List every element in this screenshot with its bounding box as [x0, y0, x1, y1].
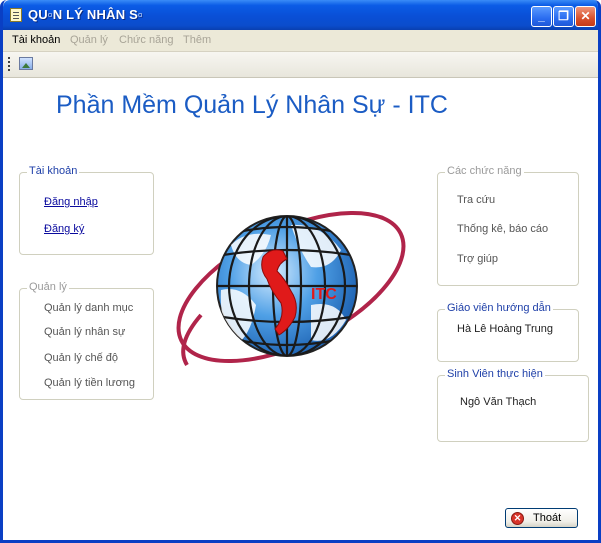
help-item[interactable]: Trợ giúp — [457, 253, 498, 265]
close-circle-icon: ✕ — [511, 512, 524, 525]
account-group: Tài khoản Đăng nhập Đăng ký — [19, 165, 154, 255]
statistics-report-item[interactable]: Thống kê, báo cáo — [457, 223, 548, 235]
toolbar-grip-handle[interactable] — [8, 57, 10, 71]
window-title: QU▫N LÝ NHÂN S▫ — [28, 7, 143, 22]
student-group: Sinh Viên thực hiện Ngô Văn Thạch — [437, 368, 589, 442]
functions-group: Các chức năng Tra cứu Thống kê, báo cáo … — [437, 165, 579, 286]
menu-quan-ly[interactable]: Quản lý — [70, 34, 108, 46]
manage-categories-item[interactable]: Quản lý danh mục — [44, 302, 133, 314]
manage-group-title: Quản lý — [27, 281, 69, 293]
manage-personnel-item[interactable]: Quản lý nhân sự — [44, 326, 125, 338]
logo-text: ITC — [311, 286, 337, 303]
student-group-title: Sinh Viên thực hiện — [445, 368, 545, 380]
student-name: Ngô Văn Thạch — [460, 396, 537, 408]
login-link[interactable]: Đăng nhập — [44, 196, 98, 208]
menu-chuc-nang[interactable]: Chức năng — [119, 34, 173, 46]
minimize-button[interactable]: _ — [531, 6, 552, 27]
advisor-name: Hà Lê Hoàng Trung — [457, 323, 554, 335]
lookup-item[interactable]: Tra cứu — [457, 194, 495, 206]
functions-group-title: Các chức năng — [445, 165, 524, 177]
main-window: QU▫N LÝ NHÂN S▫ _ ❐ ✕ Tài khoản Quản lý … — [0, 0, 601, 543]
advisor-group-title: Giáo viên hướng dẫn — [445, 302, 553, 314]
image-icon[interactable] — [19, 57, 33, 70]
app-document-icon — [10, 8, 22, 22]
menu-them[interactable]: Thêm — [183, 34, 211, 46]
manage-group: Quản lý Quản lý danh mục Quản lý nhân sự… — [19, 281, 154, 400]
close-button[interactable]: ✕ — [575, 6, 596, 27]
manage-salary-item[interactable]: Quản lý tiền lương — [44, 377, 135, 389]
menu-bar: Tài khoản Quản lý Chức năng Thêm — [3, 30, 598, 52]
manage-benefits-item[interactable]: Quản lý chế độ — [44, 352, 118, 364]
account-group-title: Tài khoản — [27, 165, 80, 177]
toolbar — [3, 52, 598, 78]
app-heading: Phần Mềm Quản Lý Nhân Sự - ITC — [56, 91, 448, 119]
menu-tai-khoan[interactable]: Tài khoản — [12, 34, 60, 46]
title-bar[interactable]: QU▫N LÝ NHÂN S▫ _ ❐ ✕ — [3, 0, 598, 30]
exit-button[interactable]: ✕ Thoát — [505, 508, 578, 528]
register-link[interactable]: Đăng ký — [44, 223, 84, 235]
advisor-group: Giáo viên hướng dẫn Hà Lê Hoàng Trung — [437, 302, 579, 362]
maximize-button[interactable]: ❐ — [553, 6, 574, 27]
exit-button-label: Thoát — [533, 512, 562, 524]
itc-globe-logo: ITC — [176, 210, 406, 367]
